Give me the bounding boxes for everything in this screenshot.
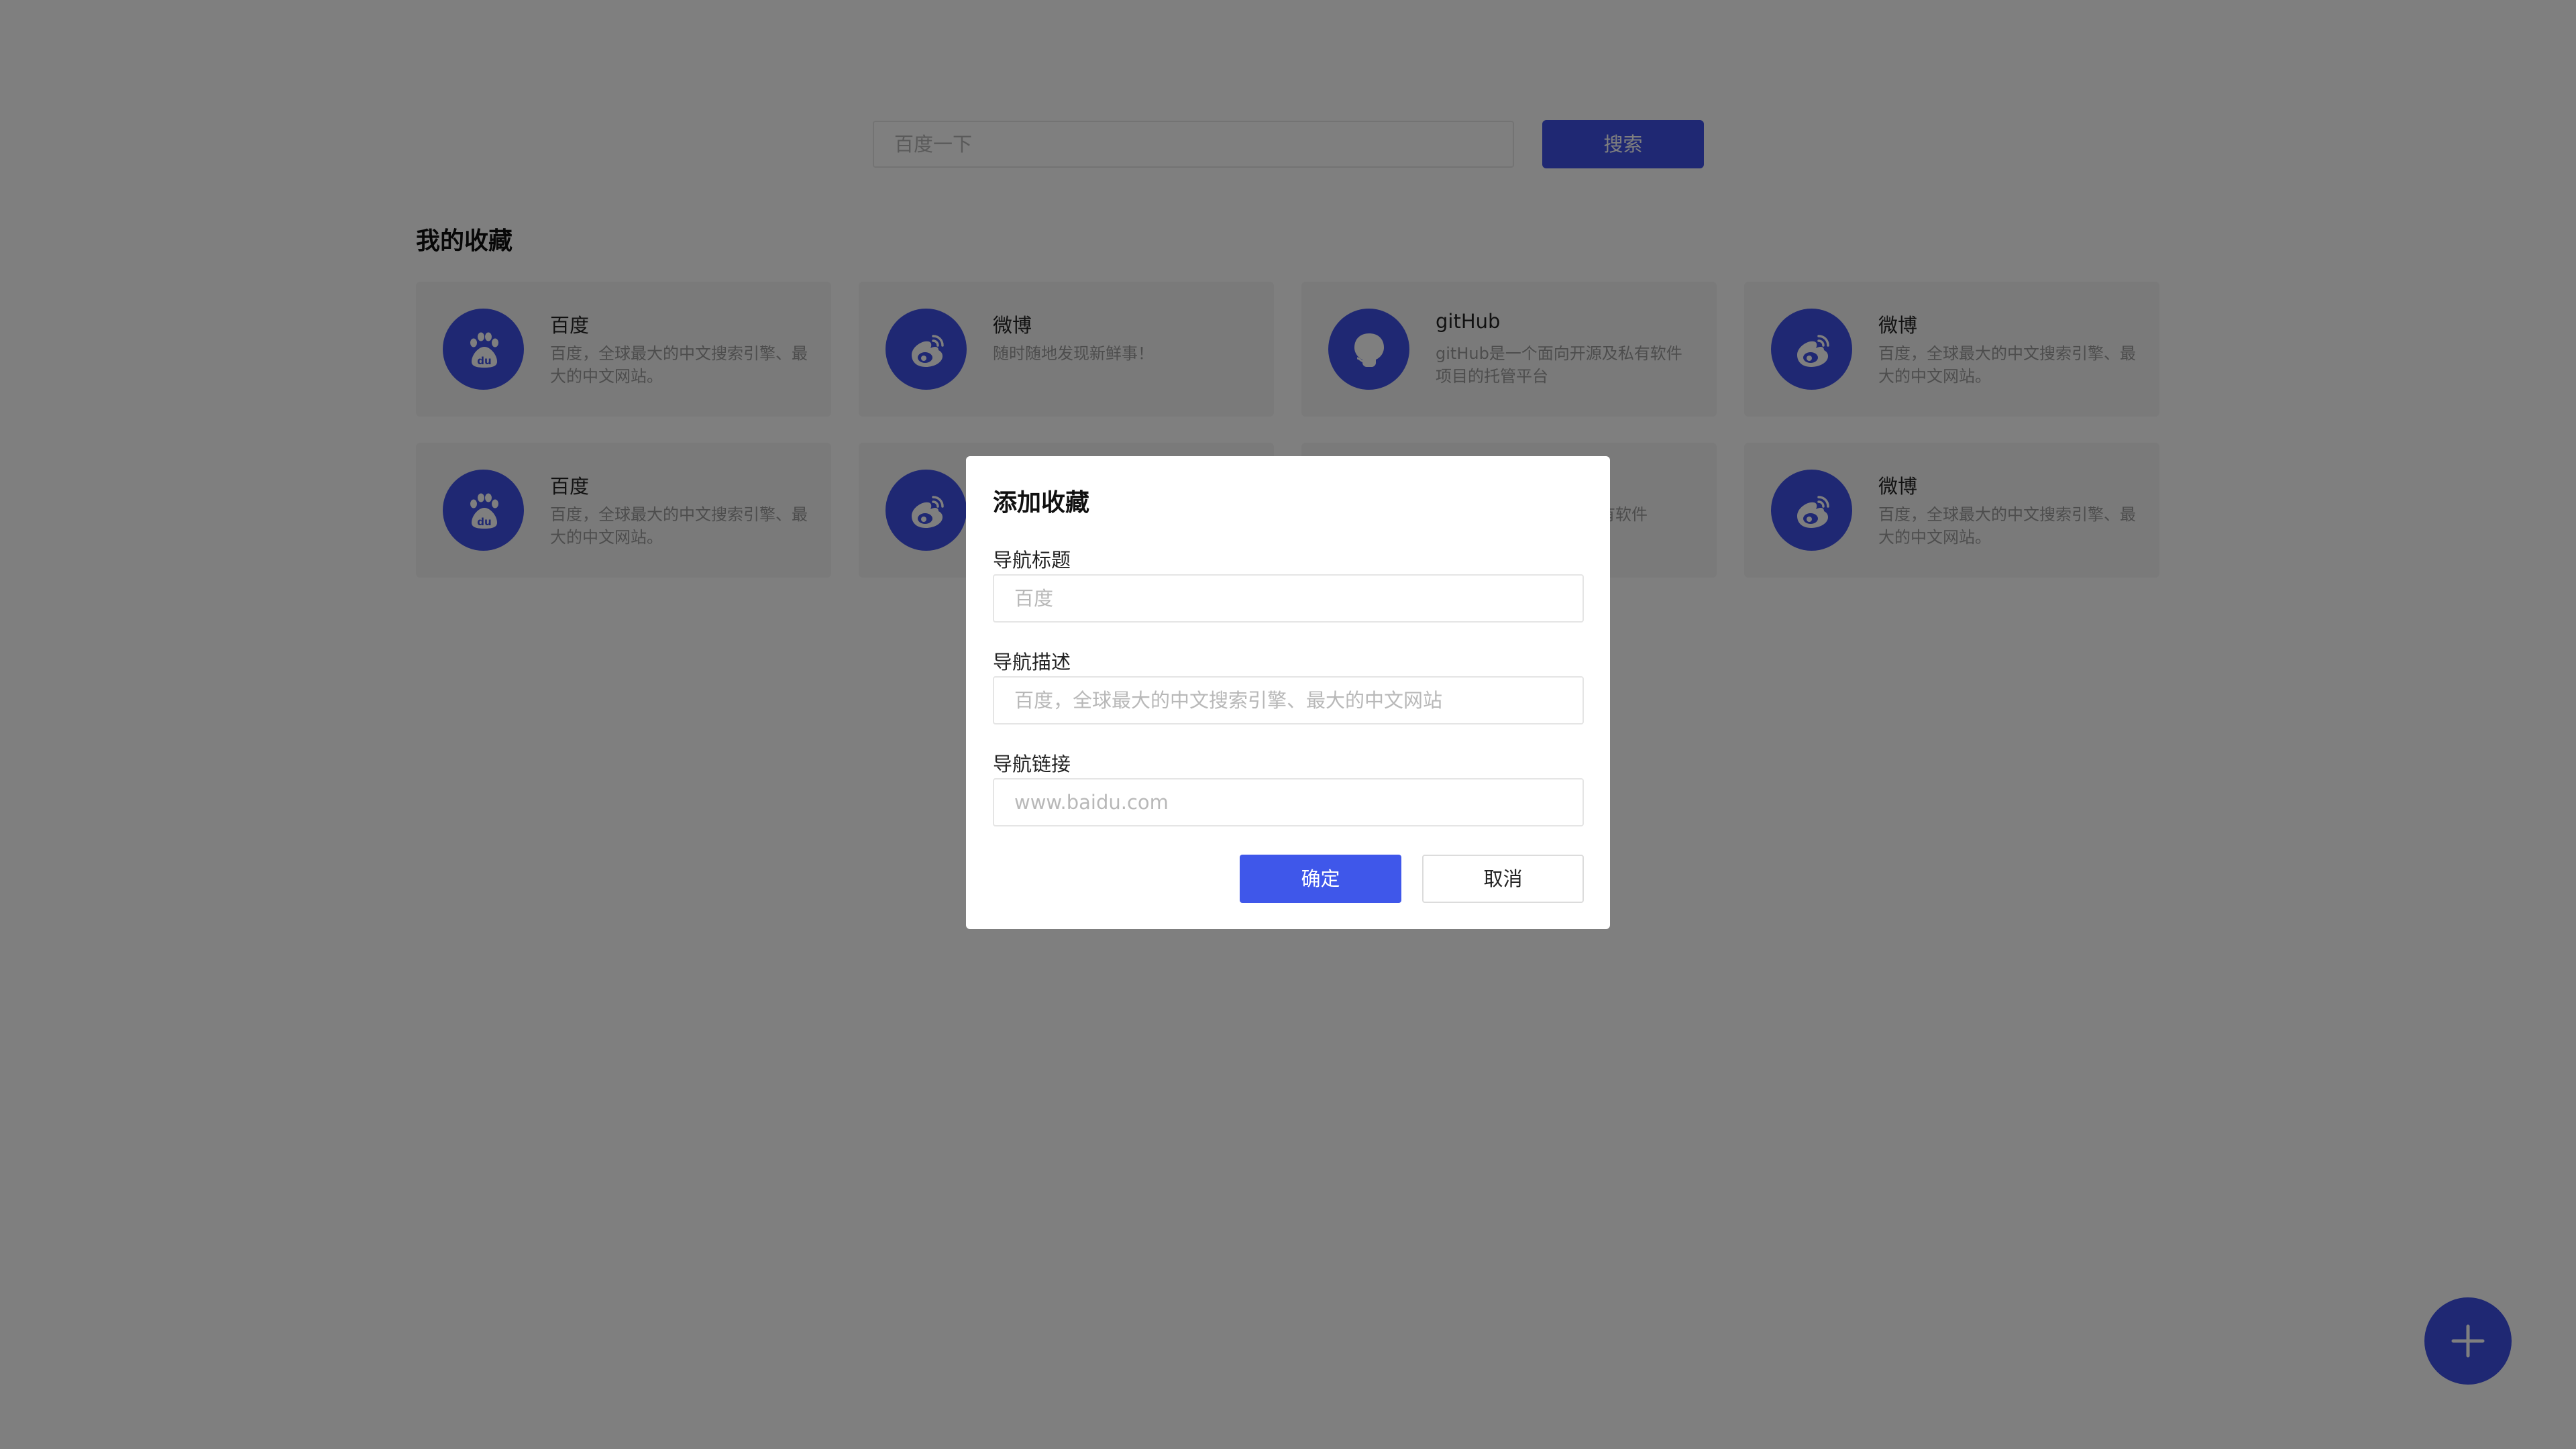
nav-title-label: 导航标题 [993,549,1071,572]
confirm-button[interactable]: 确定 [1240,855,1401,903]
cancel-button[interactable]: 取消 [1422,855,1584,903]
nav-desc-input[interactable]: 百度，全球最大的中文搜索引擎、最大的中文网站 [993,676,1584,724]
nav-link-label: 导航链接 [993,753,1071,775]
nav-title-input[interactable]: 百度 [993,574,1584,623]
nav-desc-label: 导航描述 [993,651,1071,674]
nav-link-input[interactable]: www.baidu.com [993,778,1584,826]
dialog-title: 添加收藏 [993,489,1090,517]
add-favorite-dialog: 添加收藏 导航标题 百度 导航描述 百度，全球最大的中文搜索引擎、最大的中文网站… [966,456,1610,929]
